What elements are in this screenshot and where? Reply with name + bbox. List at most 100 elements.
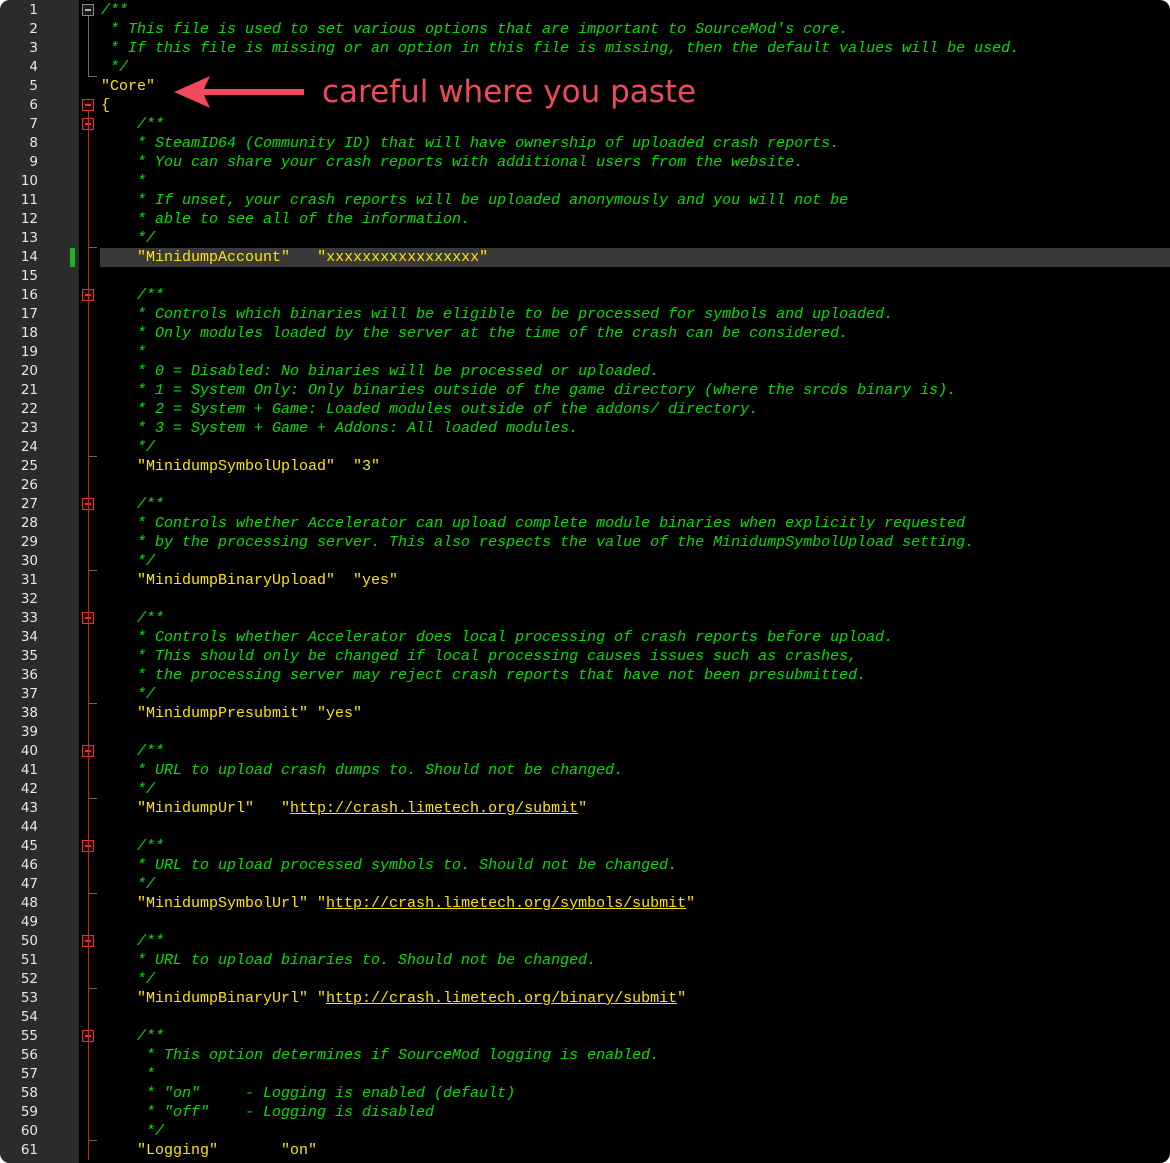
- code-line[interactable]: 43 "MinidumpUrl" "http://crash.limetech.…: [0, 799, 1170, 818]
- code-text[interactable]: * 3 = System + Game + Addons: All loaded…: [101, 419, 578, 438]
- code-line[interactable]: 33 /**: [0, 609, 1170, 628]
- code-line[interactable]: 41 * URL to upload crash dumps to. Shoul…: [0, 761, 1170, 780]
- code-text[interactable]: "MinidumpBinaryUpload" "yes": [101, 571, 398, 590]
- code-line[interactable]: 12 * able to see all of the information.: [0, 210, 1170, 229]
- code-line[interactable]: 24 */: [0, 438, 1170, 457]
- code-text[interactable]: * URL to upload crash dumps to. Should n…: [101, 761, 623, 780]
- code-text[interactable]: */: [101, 1122, 164, 1141]
- code-line[interactable]: 18 * Only modules loaded by the server a…: [0, 324, 1170, 343]
- code-line[interactable]: 26: [0, 476, 1170, 495]
- code-text[interactable]: * This file is used to set various optio…: [101, 20, 848, 39]
- code-text[interactable]: */: [101, 685, 155, 704]
- code-text[interactable]: */: [101, 438, 155, 457]
- code-line[interactable]: 3 * If this file is missing or an option…: [0, 39, 1170, 58]
- code-line[interactable]: 51 * URL to upload binaries to. Should n…: [0, 951, 1170, 970]
- code-line[interactable]: 46 * URL to upload processed symbols to.…: [0, 856, 1170, 875]
- code-text[interactable]: *: [101, 343, 146, 362]
- code-text[interactable]: /**: [101, 115, 164, 134]
- code-line[interactable]: 49: [0, 913, 1170, 932]
- code-text[interactable]: /**: [101, 932, 164, 951]
- code-line[interactable]: 61 "Logging" "on": [0, 1141, 1170, 1160]
- code-line[interactable]: 35 * This should only be changed if loca…: [0, 647, 1170, 666]
- code-text[interactable]: "MinidumpUrl" "http://crash.limetech.org…: [101, 799, 587, 818]
- code-line[interactable]: 29 * by the processing server. This also…: [0, 533, 1170, 552]
- code-text[interactable]: */: [101, 229, 155, 248]
- code-line[interactable]: 59 * "off" - Logging is disabled: [0, 1103, 1170, 1122]
- code-line[interactable]: 2 * This file is used to set various opt…: [0, 20, 1170, 39]
- code-line[interactable]: 30 */: [0, 552, 1170, 571]
- code-text[interactable]: /**: [101, 1, 128, 20]
- code-text[interactable]: * by the processing server. This also re…: [101, 533, 974, 552]
- code-line[interactable]: 19 *: [0, 343, 1170, 362]
- code-line[interactable]: 17 * Controls which binaries will be eli…: [0, 305, 1170, 324]
- code-text[interactable]: * "off" - Logging is disabled: [101, 1103, 434, 1122]
- code-line[interactable]: 36 * the processing server may reject cr…: [0, 666, 1170, 685]
- url-link[interactable]: http://crash.limetech.org/symbols/submit: [326, 895, 686, 912]
- code-line[interactable]: 60 */: [0, 1122, 1170, 1141]
- code-text[interactable]: *: [101, 172, 146, 191]
- code-line[interactable]: 23 * 3 = System + Game + Addons: All loa…: [0, 419, 1170, 438]
- code-text[interactable]: * 0 = Disabled: No binaries will be proc…: [101, 362, 659, 381]
- code-text[interactable]: /**: [101, 495, 164, 514]
- code-line[interactable]: 53 "MinidumpBinaryUrl" "http://crash.lim…: [0, 989, 1170, 1008]
- code-text[interactable]: * "on" - Logging is enabled (default): [101, 1084, 515, 1103]
- code-text[interactable]: * If this file is missing or an option i…: [101, 39, 1019, 58]
- code-line[interactable]: 1 /**: [0, 1, 1170, 20]
- code-line[interactable]: 57 *: [0, 1065, 1170, 1084]
- code-text[interactable]: * This should only be changed if local p…: [101, 647, 857, 666]
- code-text[interactable]: * Controls which binaries will be eligib…: [101, 305, 893, 324]
- code-text[interactable]: * 1 = System Only: Only binaries outside…: [101, 381, 956, 400]
- fold-toggle-icon[interactable]: [82, 99, 94, 111]
- code-line[interactable]: 42 */: [0, 780, 1170, 799]
- code-line[interactable]: 56 * This option determines if SourceMod…: [0, 1046, 1170, 1065]
- code-line[interactable]: 14 "MinidumpAccount" "xxxxxxxxxxxxxxxxx": [0, 248, 1170, 267]
- code-editor[interactable]: 1/** 2 * This file is used to set various…: [0, 0, 1170, 1163]
- code-text[interactable]: "Logging" "on": [101, 1141, 317, 1160]
- code-line[interactable]: 11 * If unset, your crash reports will b…: [0, 191, 1170, 210]
- code-line[interactable]: 13 */: [0, 229, 1170, 248]
- code-line[interactable]: 21 * 1 = System Only: Only binaries outs…: [0, 381, 1170, 400]
- code-line[interactable]: 58 * "on" - Logging is enabled (default): [0, 1084, 1170, 1103]
- code-line[interactable]: 9 * You can share your crash reports wit…: [0, 153, 1170, 172]
- code-line[interactable]: 7 /**: [0, 115, 1170, 134]
- code-line[interactable]: 27 /**: [0, 495, 1170, 514]
- code-text[interactable]: /**: [101, 286, 164, 305]
- code-line[interactable]: 37 */: [0, 685, 1170, 704]
- code-line[interactable]: 20 * 0 = Disabled: No binaries will be p…: [0, 362, 1170, 381]
- code-text[interactable]: */: [101, 552, 155, 571]
- code-line[interactable]: 16 /**: [0, 286, 1170, 305]
- code-text[interactable]: "MinidumpSymbolUrl" "http://crash.limete…: [101, 894, 695, 913]
- code-line[interactable]: 38 "MinidumpPresubmit" "yes": [0, 704, 1170, 723]
- code-text[interactable]: * 2 = System + Game: Loaded modules outs…: [101, 400, 758, 419]
- code-text[interactable]: "MinidumpSymbolUpload" "3": [101, 457, 380, 476]
- code-text[interactable]: */: [101, 875, 155, 894]
- code-text[interactable]: * SteamID64 (Community ID) that will hav…: [101, 134, 839, 153]
- code-line[interactable]: 39: [0, 723, 1170, 742]
- code-text[interactable]: *: [101, 1065, 155, 1084]
- code-text[interactable]: {: [101, 96, 110, 115]
- code-line[interactable]: 25 "MinidumpSymbolUpload" "3": [0, 457, 1170, 476]
- code-line[interactable]: 32: [0, 590, 1170, 609]
- code-text[interactable]: "MinidumpBinaryUrl" "http://crash.limete…: [101, 989, 686, 1008]
- url-link[interactable]: http://crash.limetech.org/submit: [290, 800, 578, 817]
- code-text[interactable]: "MinidumpAccount" "xxxxxxxxxxxxxxxxx": [101, 248, 488, 267]
- code-text[interactable]: */: [101, 970, 155, 989]
- fold-toggle-icon[interactable]: [82, 4, 94, 16]
- code-text[interactable]: /**: [101, 837, 164, 856]
- code-line[interactable]: 28 * Controls whether Accelerator can up…: [0, 514, 1170, 533]
- code-text[interactable]: * Controls whether Accelerator can uploa…: [101, 514, 965, 533]
- code-text[interactable]: * You can share your crash reports with …: [101, 153, 803, 172]
- code-line[interactable]: 54: [0, 1008, 1170, 1027]
- code-text[interactable]: /**: [101, 742, 164, 761]
- code-line[interactable]: 52 */: [0, 970, 1170, 989]
- code-line[interactable]: 22 * 2 = System + Game: Loaded modules o…: [0, 400, 1170, 419]
- code-line[interactable]: 10 *: [0, 172, 1170, 191]
- code-text[interactable]: "MinidumpPresubmit" "yes": [101, 704, 362, 723]
- code-text[interactable]: */: [101, 58, 128, 77]
- url-link[interactable]: http://crash.limetech.org/binary/submit: [326, 990, 677, 1007]
- code-text[interactable]: * URL to upload binaries to. Should not …: [101, 951, 596, 970]
- code-text[interactable]: */: [101, 780, 155, 799]
- code-text[interactable]: * able to see all of the information.: [101, 210, 470, 229]
- code-text[interactable]: * If unset, your crash reports will be u…: [101, 191, 848, 210]
- code-text[interactable]: * Controls whether Accelerator does loca…: [101, 628, 893, 647]
